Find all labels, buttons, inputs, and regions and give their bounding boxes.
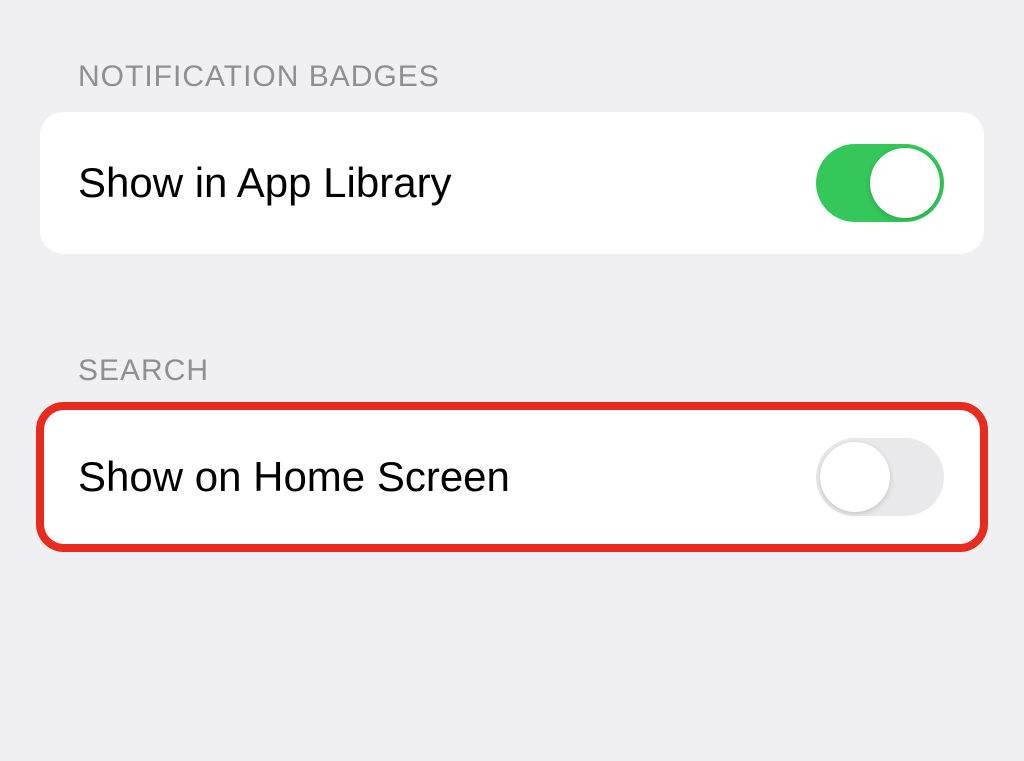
toggle-home-screen[interactable] <box>816 438 944 516</box>
setting-row-home-screen[interactable]: Show on Home Screen <box>40 406 984 548</box>
setting-row-app-library[interactable]: Show in App Library <box>40 112 984 254</box>
toggle-knob-icon <box>870 148 940 218</box>
toggle-app-library[interactable] <box>816 144 944 222</box>
settings-container: NOTIFICATION BADGES Show in App Library … <box>0 0 1024 548</box>
setting-label-app-library: Show in App Library <box>78 159 452 207</box>
setting-label-home-screen: Show on Home Screen <box>78 453 510 501</box>
toggle-knob-icon <box>820 442 890 512</box>
section-header-notification-badges: NOTIFICATION BADGES <box>40 60 984 94</box>
section-header-search: SEARCH <box>40 354 984 388</box>
section-gap <box>40 254 984 354</box>
